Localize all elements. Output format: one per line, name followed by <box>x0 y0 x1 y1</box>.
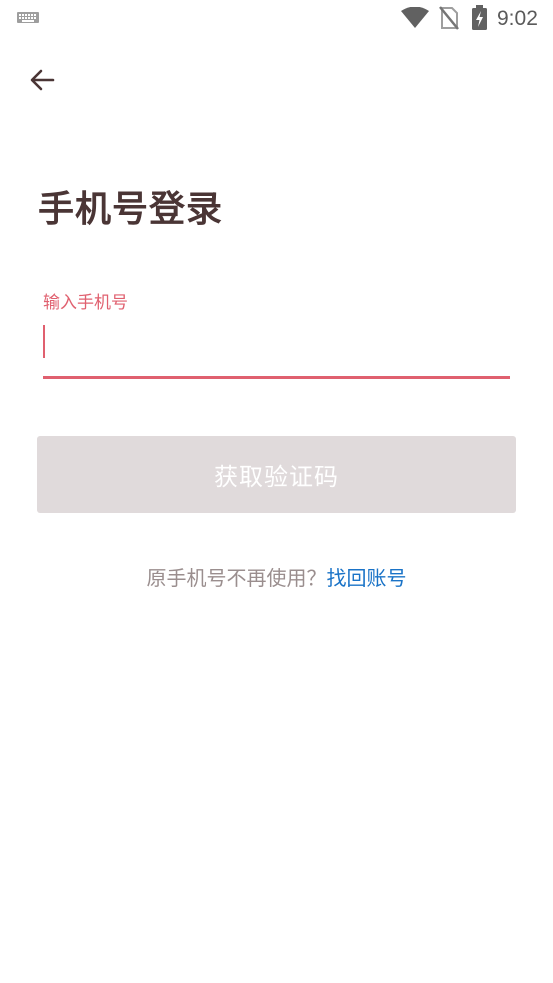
page-title: 手机号登录 <box>38 189 224 230</box>
status-bar: 9:02 <box>0 0 553 38</box>
account-recovery-row: 原手机号不再使用？找回账号 <box>0 564 553 592</box>
no-sim-icon <box>439 6 459 30</box>
keyboard-icon <box>17 12 39 23</box>
phone-field-label: 输入手机号 <box>43 293 128 313</box>
battery-charging-icon <box>472 5 487 30</box>
recover-account-link[interactable]: 找回账号 <box>327 566 407 590</box>
phone-input-underline <box>43 376 510 379</box>
get-code-button[interactable]: 获取验证码 <box>37 436 516 513</box>
status-time: 9:02 <box>497 7 538 30</box>
back-button[interactable] <box>22 60 62 100</box>
phone-input[interactable] <box>43 322 509 366</box>
text-caret <box>43 325 45 358</box>
recovery-prompt: 原手机号不再使用？ <box>146 566 327 590</box>
wifi-icon <box>401 7 429 28</box>
arrow-left-icon <box>30 69 55 91</box>
